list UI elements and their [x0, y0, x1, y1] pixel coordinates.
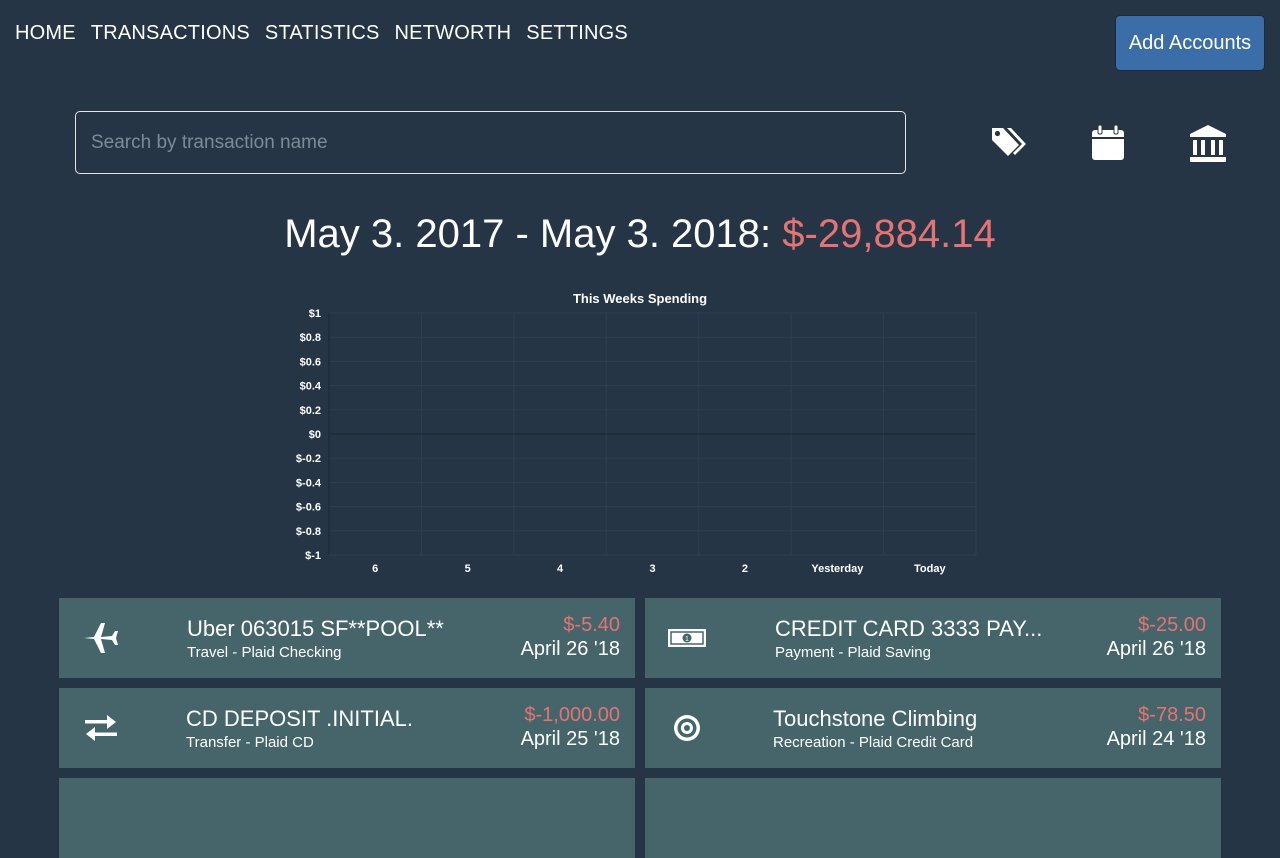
x-tick-label: 6 [372, 563, 378, 575]
airplane-icon [81, 618, 121, 658]
transaction-name: Uber 063015 SF**POOL** [187, 616, 444, 641]
data-point [374, 433, 376, 435]
nav-settings[interactable]: SETTINGS [526, 22, 628, 45]
transfer-icon [81, 708, 121, 748]
y-tick-label: $0.4 [300, 381, 322, 393]
date-range: May 3. 2017 - May 3. 2018: [284, 212, 783, 256]
search-input[interactable] [75, 111, 906, 174]
y-tick-label: $0.2 [300, 405, 321, 417]
main-nav: HOME TRANSACTIONS STATISTICS NETWORTH SE… [15, 22, 628, 45]
transaction-date: April 26 '18 [520, 638, 620, 660]
y-tick-label: $-0.4 [296, 477, 322, 489]
y-tick-label: $0.6 [300, 356, 321, 368]
y-tick-label: $-0.2 [296, 453, 321, 465]
total-amount: $-29,884.14 [782, 212, 996, 256]
transaction-name: Touchstone Climbing [773, 706, 978, 731]
y-tick-label: $-1 [305, 550, 321, 562]
transaction-category: Recreation - Plaid Credit Card [773, 734, 974, 751]
nav-transactions[interactable]: TRANSACTIONS [91, 22, 250, 45]
add-accounts-button[interactable]: Add Accounts [1115, 15, 1265, 71]
transaction-amount: $-1,000.00 [524, 704, 620, 726]
transaction-card[interactable] [59, 778, 635, 858]
transaction-category: Payment - Plaid Saving [775, 644, 931, 661]
x-tick-label: 3 [649, 563, 655, 575]
transaction-card[interactable]: Touchstone Climbing Recreation - Plaid C… [645, 688, 1221, 768]
transaction-amount: $-5.40 [563, 614, 620, 636]
nav-networth[interactable]: NETWORTH [395, 22, 512, 45]
x-tick-label: Today [914, 563, 946, 575]
nav-home[interactable]: HOME [15, 22, 76, 45]
data-point [467, 433, 469, 435]
bank-icon[interactable] [1186, 122, 1230, 166]
transaction-name: CREDIT CARD 3333 PAY... [775, 616, 1043, 641]
chart-title: This Weeks Spending [573, 291, 707, 306]
x-tick-label: 2 [742, 563, 748, 575]
calendar-icon[interactable] [1086, 122, 1130, 166]
tags-icon[interactable] [988, 122, 1032, 166]
transaction-amount: $-78.50 [1138, 704, 1206, 726]
transaction-category: Travel - Plaid Checking [187, 644, 342, 661]
data-point [744, 433, 746, 435]
money-icon: 1 [667, 618, 707, 658]
y-tick-label: $1 [309, 308, 321, 320]
transaction-card[interactable]: Uber 063015 SF**POOL** Travel - Plaid Ch… [59, 598, 635, 678]
transaction-date: April 24 '18 [1106, 728, 1206, 750]
x-tick-label: Yesterday [811, 563, 864, 575]
data-point [929, 433, 931, 435]
data-point [836, 433, 838, 435]
y-tick-label: $-0.8 [296, 526, 321, 538]
svg-text:1: 1 [685, 636, 689, 643]
nav-statistics[interactable]: STATISTICS [265, 22, 380, 45]
date-range-summary: May 3. 2017 - May 3. 2018: $-29,884.14 [0, 212, 1280, 257]
transaction-category: Transfer - Plaid CD [186, 734, 314, 751]
transaction-amount: $-25.00 [1138, 614, 1206, 636]
transaction-date: April 25 '18 [520, 728, 620, 750]
data-point [559, 433, 561, 435]
y-tick-label: $0 [309, 429, 321, 441]
x-tick-label: 5 [465, 563, 471, 575]
data-point [652, 433, 653, 435]
spending-chart: This Weeks Spending $1 $0.8 $0.6 $0.4 $0.2 $0 $… [296, 291, 977, 575]
transaction-name: CD DEPOSIT .INITIAL. [186, 706, 413, 731]
transaction-card[interactable]: CD DEPOSIT .INITIAL. Transfer - Plaid CD… [59, 688, 635, 768]
transaction-card[interactable]: 1 CREDIT CARD 3333 PAY... Payment - Plai… [645, 598, 1221, 678]
x-tick-label: 4 [557, 563, 564, 575]
target-icon [667, 708, 707, 748]
y-tick-label: $0.8 [300, 332, 321, 344]
y-tick-label: $-0.6 [296, 502, 321, 514]
transaction-card[interactable] [645, 778, 1221, 858]
transaction-date: April 26 '18 [1106, 638, 1206, 660]
